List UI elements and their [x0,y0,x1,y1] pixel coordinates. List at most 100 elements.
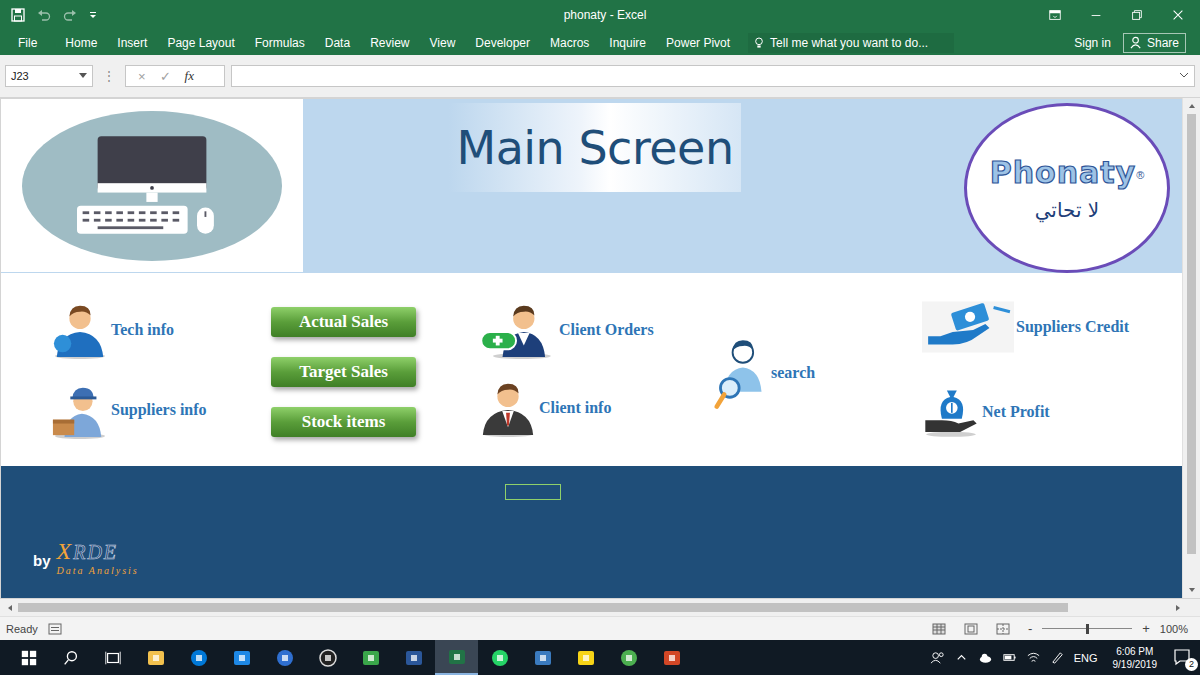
horizontal-scrollbar[interactable] [0,598,1200,616]
credit: by XRDE Data Analysis [1,500,1182,576]
formula-input[interactable] [231,65,1195,87]
window-controls [900,8,1200,22]
sticky-notes-taskbar-button[interactable] [564,640,607,675]
enter-button[interactable]: ✓ [160,69,171,84]
redo-icon[interactable] [62,7,78,23]
net-profit-link[interactable]: Net Profit [922,383,1182,441]
client-info-link[interactable]: Client info [479,379,701,437]
remote-taskbar-button[interactable] [521,640,564,675]
scroll-left-icon[interactable] [2,603,18,613]
excel-taskbar-button[interactable] [435,640,478,675]
expand-icon[interactable] [1180,73,1188,79]
restore-icon[interactable] [1130,8,1144,22]
show-hidden-icon[interactable] [954,650,969,665]
scroll-up-icon[interactable] [1187,98,1197,114]
search-icon[interactable] [50,649,92,667]
notification-count: 2 [1185,658,1198,671]
add-client-icon [479,301,557,359]
worksheet[interactable]: Main Screen Phonaty® لا تحاتي Tech info … [0,98,1182,598]
scroll-down-icon[interactable] [1187,582,1197,598]
undo-icon[interactable] [36,7,52,23]
explorer-icon [146,648,166,668]
tell-me-box[interactable]: Tell me what you want to do... [748,33,954,53]
page-layout-icon[interactable] [964,623,978,635]
sheet-button[interactable]: Actual Sales [271,307,416,337]
share-button[interactable]: Share [1123,33,1186,53]
circle-app-taskbar-button[interactable] [306,640,349,675]
ribbon-tab[interactable]: Review [360,36,419,50]
money-hand-icon [922,301,1014,353]
ribbon-tab[interactable]: Data [315,36,360,50]
ribbon-tab[interactable]: File [10,36,55,50]
suppliers-info-link[interactable]: Suppliers info [51,381,271,439]
explorer-taskbar-button[interactable] [134,640,177,675]
search-link[interactable]: search [713,335,906,411]
minimize-icon[interactable] [1089,8,1103,22]
tell-me-placeholder: Tell me what you want to do... [770,36,928,50]
wifi-icon[interactable] [1026,650,1041,665]
customize-toolbar-icon[interactable] [88,10,98,20]
zoom-slider[interactable] [1042,623,1132,635]
sheet-button[interactable]: Stock items [271,407,416,437]
kodi-taskbar-button[interactable] [349,640,392,675]
worksheet-area: Main Screen Phonaty® لا تحاتي Tech info … [0,98,1200,598]
title-bar: phonaty - Excel [0,0,1200,30]
tech-info-link[interactable]: Tech info [51,301,271,359]
edge-icon [232,648,252,668]
zoom-level[interactable]: 100% [1160,623,1194,635]
whatsapp-taskbar-button[interactable] [478,640,521,675]
logo-tagline: لا تحاتي [1035,198,1100,222]
dashboard-footer: by XRDE Data Analysis [1,466,1182,598]
edge-taskbar-button[interactable] [220,640,263,675]
vertical-scrollbar[interactable] [1182,98,1200,598]
sheet-button[interactable]: Target Sales [271,357,416,387]
separator: ⋮ [99,69,119,83]
pen-icon[interactable] [1050,650,1065,665]
insert-function-button[interactable]: fx [185,68,194,84]
name-box[interactable]: J23 [5,65,93,87]
ribbon-tab[interactable]: Inquire [599,36,656,50]
ribbon-tab[interactable]: Power Pivot [656,36,740,50]
macro-record-icon[interactable] [48,623,62,635]
ribbon-tab[interactable]: Formulas [245,36,315,50]
ribbon-tab[interactable]: Insert [107,36,157,50]
ribbon-options-icon[interactable] [1048,8,1062,22]
zoom-out-button[interactable]: - [1028,621,1032,636]
kodi-icon [361,648,381,668]
ribbon-tab[interactable]: Developer [465,36,540,50]
zoom-in-button[interactable]: + [1142,621,1150,636]
save-icon[interactable] [10,7,26,23]
close-icon[interactable] [1171,8,1185,22]
powerpoint-taskbar-button[interactable] [650,640,693,675]
suppliers-credit-link[interactable]: Suppliers Credit [922,301,1182,353]
onedrive-icon[interactable] [978,650,993,665]
money-bag-hand-icon [922,383,980,441]
by-label: by [33,552,51,569]
normal-view-icon[interactable] [932,623,946,635]
action-center-button[interactable]: 2 [1172,647,1194,669]
chrome-taskbar-button[interactable] [607,640,650,675]
clock[interactable]: 6:06 PM 9/19/2019 [1107,645,1164,671]
people-icon[interactable] [930,650,945,665]
windows-start-icon[interactable] [8,649,50,667]
selected-cell[interactable] [505,484,561,500]
ribbon-tab[interactable]: Home [55,36,107,50]
battery-icon[interactable] [1002,650,1017,665]
ribbon-tab[interactable]: Macros [540,36,599,50]
client-orders-link[interactable]: Client Orders [479,301,701,359]
dropdown-icon[interactable] [79,73,87,79]
r-taskbar-button[interactable] [263,640,306,675]
task-view-icon[interactable] [92,649,134,667]
ribbon-tab[interactable]: View [420,36,466,50]
page-break-icon[interactable] [996,623,1010,635]
person-icon [1130,36,1143,49]
word-taskbar-button[interactable] [392,640,435,675]
circle-app-icon [318,648,338,668]
ribbon-tab[interactable]: Page Layout [157,36,244,50]
sign-in-link[interactable]: Sign in [1064,36,1121,50]
cancel-button[interactable]: × [138,69,146,84]
scroll-right-icon[interactable] [1170,603,1186,613]
store-taskbar-button[interactable] [177,640,220,675]
input-language[interactable]: ENG [1074,652,1098,664]
phonaty-logo: Phonaty® لا تحاتي [964,103,1170,273]
